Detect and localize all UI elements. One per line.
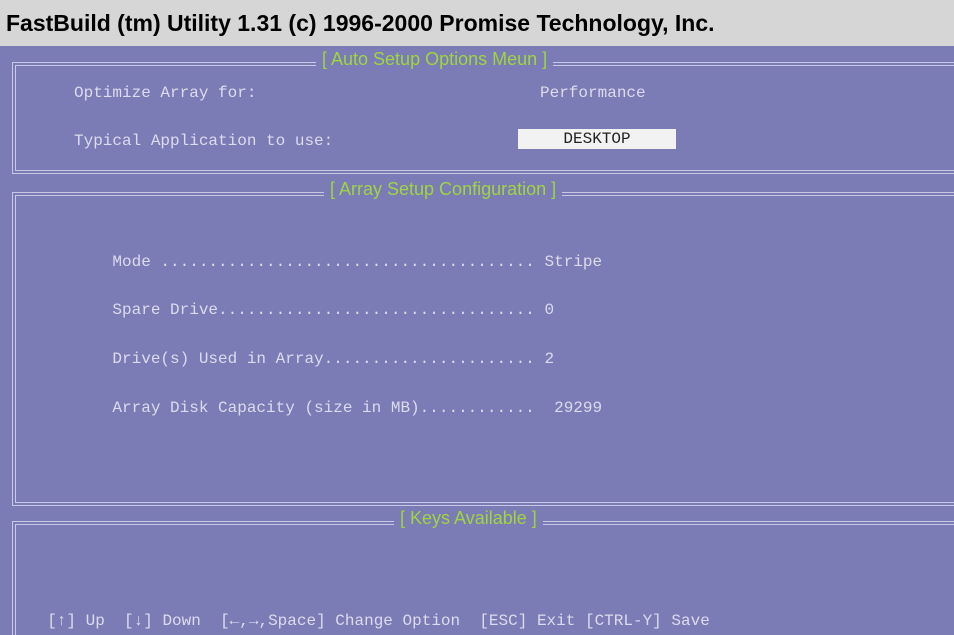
array-row-label: Drive(s) Used in Array..................… (112, 350, 535, 368)
key-save-action: Save (671, 612, 710, 630)
keys-legend: [↑] Up [↓] Down [←,→,Space] Change Optio… (28, 594, 710, 630)
key-down: [↓] Down (124, 612, 201, 630)
title-bar: FastBuild (tm) Utility 1.31 (c) 1996-200… (0, 0, 954, 46)
array-row-spare-drive: Spare Drive.............................… (74, 283, 554, 337)
array-row-value: 0 (544, 301, 555, 319)
key-down-icon: [↓] (124, 612, 153, 630)
key-save-label: [CTRL-Y] (584, 612, 662, 630)
key-up: [↑] Up (47, 612, 105, 630)
bios-screen: [ Auto Setup Options Meun ] Optimize Arr… (0, 46, 954, 635)
auto-setup-title: [ Auto Setup Options Meun ] (316, 49, 554, 70)
application-label: Typical Application to use: (74, 132, 334, 150)
key-exit-label: [ESC] (479, 612, 528, 630)
key-change-action: Change Option (335, 612, 461, 630)
auto-setup-panel: [ Auto Setup Options Meun ] (12, 49, 954, 174)
optimize-label: Optimize Array for: (74, 84, 257, 102)
array-row-label: Array Disk Capacity (size in MB)........… (112, 399, 535, 417)
optimize-value[interactable]: Performance (540, 84, 646, 102)
key-change-icon: [←,→,Space] (220, 612, 326, 630)
key-up-icon: [↑] (47, 612, 77, 630)
array-row-value: Stripe (544, 253, 603, 271)
array-row-capacity: Array Disk Capacity (size in MB)........… (74, 381, 602, 435)
key-exit-action: Exit (536, 612, 576, 630)
array-row-value: 29299 (544, 399, 603, 417)
key-save: [CTRL-Y] Save (585, 612, 710, 630)
keys-title: [ Keys Available ] (394, 508, 543, 529)
key-exit: [ESC] Exit (479, 612, 575, 630)
key-up-action: Up (85, 612, 105, 630)
key-change: [←,→,Space] Change Option (220, 612, 460, 630)
array-row-mode: Mode ...................................… (74, 235, 602, 289)
array-setup-title: [ Array Setup Configuration ] (324, 179, 563, 200)
key-down-action: Down (162, 612, 201, 630)
array-row-drives-used: Drive(s) Used in Array..................… (74, 332, 554, 386)
array-row-value: 2 (544, 350, 555, 368)
array-row-label: Spare Drive.............................… (112, 301, 535, 319)
array-row-label: Mode ...................................… (112, 253, 535, 271)
application-select[interactable]: DESKTOP (518, 129, 676, 149)
